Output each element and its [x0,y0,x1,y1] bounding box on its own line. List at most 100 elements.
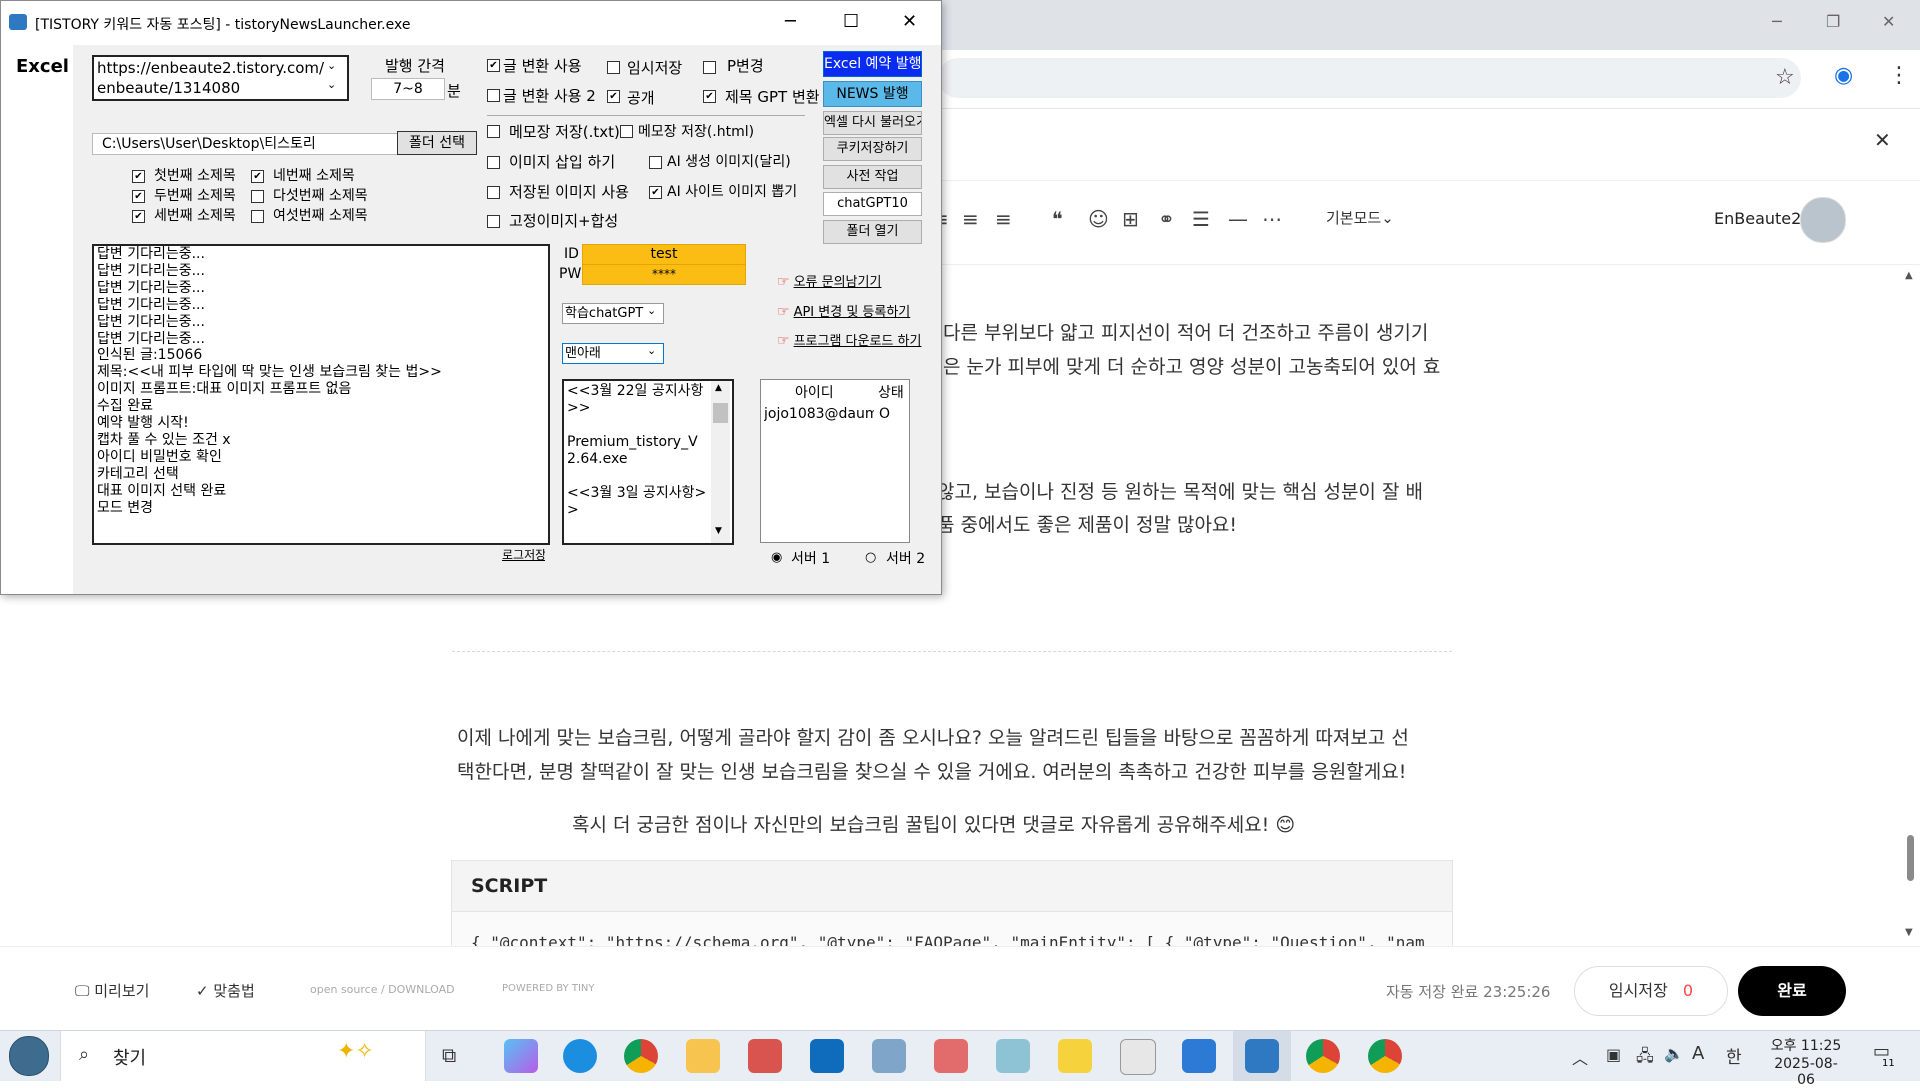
public-checkbox[interactable]: ✔ [607,90,620,103]
maximize-icon[interactable]: ☐ [843,11,859,32]
chevron-down-icon[interactable]: ⌄ [327,78,336,91]
subtitle6-checkbox[interactable] [251,210,264,223]
clock-date[interactable]: 2025-08-06 [1768,1056,1844,1088]
close-notice-icon[interactable]: ✕ [1874,128,1891,152]
temp-save-checkbox[interactable] [607,61,620,74]
clock-time[interactable]: 오후 11:25 [1768,1035,1844,1055]
tistory-launcher-icon[interactable] [1245,1039,1279,1073]
paint-icon[interactable] [872,1039,906,1073]
memo-txt-checkbox[interactable] [487,125,500,138]
complete-button[interactable]: 완료 [1738,966,1846,1016]
id-input[interactable]: test [582,244,746,265]
folder-path-input[interactable]: C:\Users\User\Desktop\티스토리 [92,133,401,155]
excel-reserve-button[interactable]: Excel 예약 발행 [823,51,922,77]
list-icon[interactable]: ☰ [1192,207,1210,231]
notice-item[interactable]: <<3월 3일 공지사항>> [567,485,707,519]
scroll-thumb[interactable] [713,403,728,423]
chevron-down-icon[interactable]: ⌄ [647,304,656,317]
chatgpt10-button[interactable]: chatGPT10 [823,192,922,216]
align-justify-icon[interactable]: ≡ [995,207,1012,231]
log-textarea[interactable]: 답변 기다리는중... 답변 기다리는중... 답변 기다리는중... 답변 기다리는… [92,244,550,545]
log-save-button[interactable]: 로그저장 [502,546,545,564]
sticky-notes-icon[interactable] [1058,1039,1092,1073]
subtitle4-checkbox[interactable]: ✔ [251,170,264,183]
kakao-icon[interactable] [1120,1039,1156,1075]
spellcheck-button[interactable]: ✓ 맞춤법 [196,980,255,1001]
blog-select[interactable]: enbeaute/1314080 [97,79,240,97]
subtitle5-checkbox[interactable] [251,190,264,203]
star-icon[interactable]: ☆ [1775,65,1795,90]
news-publish-button[interactable]: NEWS 발행 [823,81,922,107]
draft-button[interactable]: 임시저장 0 [1574,966,1728,1016]
kebab-menu-icon[interactable]: ⋮ [1888,63,1910,88]
subtitle3-checkbox[interactable]: ✔ [132,210,145,223]
open-folder-button[interactable]: 폴더 열기 [823,220,922,244]
chevron-down-icon[interactable]: ⌄ [327,59,336,72]
notice-item[interactable]: <<3월 22일 공지사항>> [567,383,707,417]
saved-img-checkbox[interactable] [487,186,500,199]
title-gpt-checkbox[interactable]: ✔ [703,90,716,103]
subtitle1-checkbox[interactable]: ✔ [132,170,145,183]
page-scrollbar[interactable]: ▲ ▼ [1900,265,1920,943]
subtitle2-checkbox[interactable]: ✔ [132,190,145,203]
notes-icon[interactable] [996,1039,1030,1073]
chrome-icon[interactable] [1306,1039,1340,1073]
fixed-img-checkbox[interactable] [487,215,500,228]
tool-icon[interactable] [1182,1039,1216,1073]
task-view-icon[interactable]: ⧉ [442,1043,456,1067]
img-insert-checkbox[interactable] [487,156,500,169]
file-explorer-icon[interactable] [686,1039,720,1073]
close-icon[interactable]: ✕ [902,11,917,32]
cookie-save-button[interactable]: 쿠키저장하기 [823,137,922,161]
store-icon[interactable] [748,1039,782,1073]
excel-tab[interactable]: Excel [16,56,69,77]
open-source-link[interactable]: open source / DOWNLOAD [310,983,455,996]
notice-scrollbar[interactable]: ▲ ▼ [711,381,730,543]
p-change-checkbox[interactable] [703,61,716,74]
copilot-icon[interactable] [504,1039,538,1073]
error-inquiry-link[interactable]: ☞ 오류 문의남기기 [777,271,881,290]
mode-select[interactable]: 기본모드⌄ [1326,207,1394,228]
start-button[interactable] [9,1036,49,1076]
preview-button[interactable]: 🖵 미리보기 [75,980,149,1001]
network-icon[interactable]: 🖧 [1636,1045,1654,1072]
scroll-up-icon[interactable]: ▲ [1905,270,1913,281]
quote-icon[interactable]: ❝ [1052,207,1063,231]
emoji-icon[interactable]: ☺ [1088,207,1109,231]
ime-indicator[interactable]: 한 [1726,1043,1742,1068]
chevron-up-icon[interactable]: ︿ [1572,1045,1588,1069]
close-icon[interactable]: ✕ [1882,12,1895,31]
ai-img-checkbox[interactable] [649,156,662,169]
program-download-link[interactable]: ☞ 프로그램 다운로드 하기 [777,330,921,349]
notice-list[interactable]: <<3월 22일 공지사항>> Premium_tistory_V2.64.exe… [562,379,734,545]
minimize-icon[interactable]: ─ [1772,12,1782,31]
minimize-icon[interactable]: ─ [785,11,796,32]
table-icon[interactable]: ⊞ [1122,207,1139,231]
server1-radio[interactable]: ◉ [771,550,782,565]
rewrite-use-checkbox[interactable]: ✔ [487,59,500,72]
memo-html-checkbox[interactable] [620,125,633,138]
folder-select-button[interactable]: 폴더 선택 [397,131,477,155]
server2-radio[interactable]: ○ [865,550,876,565]
account-row-id[interactable]: jojo1083@daum [764,406,874,422]
search-box[interactable]: ⌕ 찾기 ✦✧ [60,1031,426,1081]
excel-reload-button[interactable]: 엑셀 다시 불러오기 [823,111,922,135]
profile-icon[interactable]: ◉ [1834,63,1853,88]
restore-icon[interactable]: ❐ [1826,12,1840,31]
url-select[interactable]: https://enbeaute2.tistory.com/ [97,59,324,77]
site-img-checkbox[interactable]: ✔ [649,186,662,199]
chrome-icon[interactable] [624,1039,658,1073]
outlook-icon[interactable] [810,1039,844,1073]
notice-item[interactable] [567,468,707,485]
interval-input[interactable]: 7~8 [371,78,445,100]
edge-icon[interactable] [563,1039,597,1073]
account-table[interactable]: 아이디 상태 jojo1083@daum O [760,379,910,543]
address-bar[interactable] [938,58,1801,98]
notice-item[interactable] [567,417,707,434]
scroll-down-icon[interactable]: ▼ [1905,927,1913,938]
volume-icon[interactable]: 🔈 [1664,1044,1684,1063]
scroll-up-icon[interactable]: ▲ [715,383,722,393]
font-a-icon[interactable]: A [1692,1043,1704,1064]
pw-input[interactable]: **** [582,264,746,285]
avatar[interactable] [1800,197,1846,243]
